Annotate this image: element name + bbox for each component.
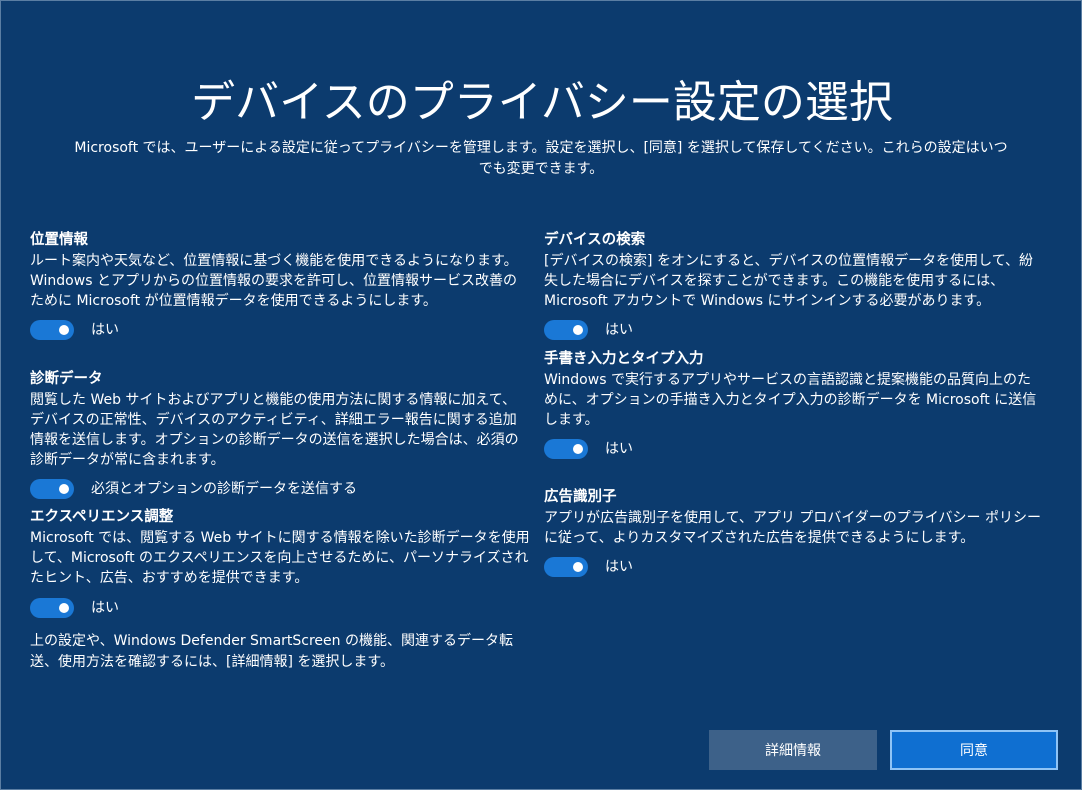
footnote-text: 上の設定や、Windows Defender SmartScreen の機能、関… — [30, 633, 513, 670]
find-my-device-toggle-label: はい — [605, 322, 633, 338]
toggle-knob — [573, 562, 583, 572]
toggle-knob — [59, 325, 69, 335]
right-column: デバイスの検索 [デバイスの検索] をオンにすると、デバイスの位置情報データを使… — [544, 230, 1044, 578]
find-my-device-toggle-row: はい — [544, 319, 1044, 341]
inking-typing-toggle-row: はい — [544, 438, 1044, 460]
inking-typing-section: 手書き入力とタイプ入力 Windows で実行するアプリやサービスの言語認識と提… — [544, 349, 1044, 460]
page-title: デバイスのプライバシー設定の選択 — [191, 77, 893, 128]
find-my-device-title: デバイスの検索 — [544, 232, 646, 248]
advertising-id-section: 広告識別子 アプリが広告識別子を使用して、アプリ プロバイダーのプライバシー ポ… — [544, 487, 1044, 578]
advertising-id-title: 広告識別子 — [544, 489, 617, 505]
left-column: 位置情報 ルート案内や天気など、位置情報に基づく機能を使用できるようになります。… — [30, 230, 530, 619]
learn-more-button[interactable]: 詳細情報 — [709, 730, 877, 770]
diagnostics-toggle-row: 必須とオプションの診断データを送信する — [30, 478, 530, 500]
location-title: 位置情報 — [30, 232, 88, 248]
location-toggle-label: はい — [91, 322, 119, 338]
diagnostics-description: 閲覧した Web サイトおよびアプリと機能の使用方法に関する情報に加えて、デバイ… — [30, 392, 519, 468]
inking-typing-toggle-label: はい — [605, 441, 633, 457]
find-my-device-section: デバイスの検索 [デバイスの検索] をオンにすると、デバイスの位置情報データを使… — [544, 230, 1044, 341]
diagnostics-toggle-label: 必須とオプションの診断データを送信する — [91, 481, 357, 497]
advertising-id-toggle[interactable] — [544, 557, 588, 577]
toggle-knob — [59, 484, 69, 494]
accept-button[interactable]: 同意 — [890, 730, 1058, 770]
tailored-experiences-toggle[interactable] — [30, 598, 74, 618]
location-description: ルート案内や天気など、位置情報に基づく機能を使用できるようになります。Windo… — [30, 253, 518, 309]
location-section: 位置情報 ルート案内や天気など、位置情報に基づく機能を使用できるようになります。… — [30, 230, 530, 341]
page-subtitle: Microsoft では、ユーザーによる設定に従ってプライバシーを管理します。設… — [74, 140, 1008, 177]
diagnostics-toggle[interactable] — [30, 479, 74, 499]
advertising-id-toggle-row: はい — [544, 556, 1044, 578]
tailored-experiences-toggle-label: はい — [91, 600, 119, 616]
inking-typing-title: 手書き入力とタイプ入力 — [544, 351, 704, 367]
inking-typing-description: Windows で実行するアプリやサービスの言語認識と提案機能の品質向上のために… — [544, 372, 1037, 428]
tailored-experiences-title: エクスペリエンス調整 — [30, 509, 174, 525]
find-my-device-toggle[interactable] — [544, 320, 588, 340]
inking-typing-toggle[interactable] — [544, 439, 588, 459]
tailored-experiences-section: エクスペリエンス調整 Microsoft では、閲覧する Web サイトに関する… — [30, 507, 530, 619]
location-toggle[interactable] — [30, 320, 74, 340]
find-my-device-description: [デバイスの検索] をオンにすると、デバイスの位置情報データを使用して、紛失した… — [544, 253, 1033, 309]
tailored-experiences-description: Microsoft では、閲覧する Web サイトに関する情報を除いた診断データ… — [30, 530, 530, 586]
toggle-knob — [573, 444, 583, 454]
advertising-id-toggle-label: はい — [605, 559, 633, 575]
advertising-id-description: アプリが広告識別子を使用して、アプリ プロバイダーのプライバシー ポリシーに従っ… — [544, 510, 1041, 546]
toggle-knob — [573, 325, 583, 335]
diagnostics-section: 診断データ 閲覧した Web サイトおよびアプリと機能の使用方法に関する情報に加… — [30, 369, 530, 500]
toggle-knob — [59, 603, 69, 613]
diagnostics-title: 診断データ — [30, 371, 103, 387]
tailored-experiences-toggle-row: はい — [30, 597, 530, 619]
location-toggle-row: はい — [30, 319, 530, 341]
